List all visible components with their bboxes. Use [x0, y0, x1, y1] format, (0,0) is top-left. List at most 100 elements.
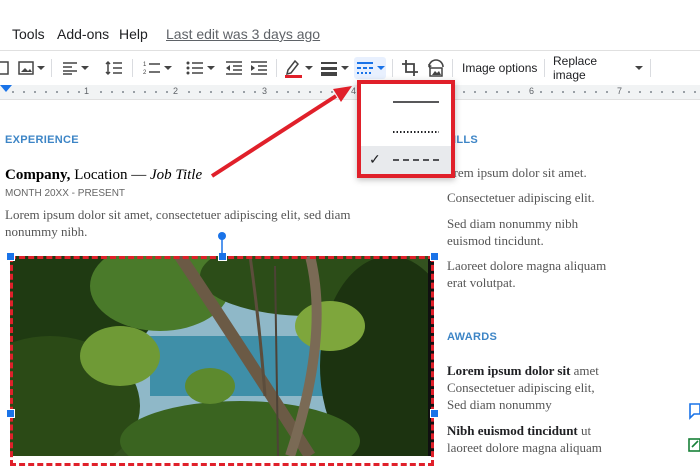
ruler-tick	[78, 91, 80, 93]
ruler-tick	[672, 91, 674, 93]
award-item: Nibh euismod tincidunt ut laoreet dolore…	[447, 422, 617, 456]
rotate-handle[interactable]	[215, 230, 230, 256]
award-title: Nibh euismod tincidunt	[447, 423, 578, 438]
dash-option-solid[interactable]	[361, 88, 451, 116]
resize-handle[interactable]	[430, 409, 439, 418]
ruler-tick	[650, 91, 652, 93]
border-dash-menu: ✓	[357, 80, 455, 178]
skill-item: orem ipsum dolor sit amet.	[447, 165, 587, 180]
ruler-tick	[199, 91, 201, 93]
reset-image-icon[interactable]	[425, 57, 447, 79]
skill-item: Sed diam nonummy nibh euismod tincidunt.	[447, 216, 579, 248]
ruler-tick	[331, 91, 333, 93]
ruler-tick	[507, 91, 509, 93]
ruler-tick	[298, 91, 300, 93]
ruler-tick	[210, 91, 212, 93]
svg-text:2: 2	[143, 70, 147, 76]
experience-description: Lorem ipsum dolor sit amet, consectetuer…	[5, 207, 351, 239]
comment-icon[interactable]	[686, 402, 700, 420]
ruler-tick	[287, 91, 289, 93]
ruler-tick	[122, 91, 124, 93]
company-line: Company, Location — Job Title	[5, 167, 202, 184]
ruler-number: 1	[84, 86, 90, 96]
ruler-tick	[485, 91, 487, 93]
ruler-tick	[67, 91, 69, 93]
suggest-edit-icon[interactable]	[686, 436, 700, 454]
ruler-tick	[342, 91, 344, 93]
ruler-tick	[254, 91, 256, 93]
ruler-tick	[683, 91, 685, 93]
increase-indent-icon[interactable]	[249, 57, 269, 79]
image-dropdown-icon[interactable]	[16, 57, 46, 79]
ruler-tick	[661, 91, 663, 93]
ruler-tick	[232, 91, 234, 93]
border-dash-icon[interactable]	[354, 57, 386, 79]
resize-handle[interactable]	[6, 252, 15, 261]
numbered-list-icon[interactable]: 12	[140, 57, 174, 79]
ruler-tick	[243, 91, 245, 93]
ruler-tick	[518, 91, 520, 93]
employment-dates: MONTH 20XX - PRESENT	[5, 188, 126, 199]
ruler-tick	[573, 91, 575, 93]
ruler-number: 7	[617, 86, 623, 96]
ruler-number: 6	[529, 86, 535, 96]
skill-item: Consectetuer adipiscing elit.	[447, 190, 595, 205]
resize-handle[interactable]	[6, 409, 15, 418]
replace-image-button[interactable]: Replace image	[553, 54, 643, 82]
border-weight-icon[interactable]	[318, 57, 350, 79]
ruler-tick	[309, 91, 311, 93]
ruler-tick	[595, 91, 597, 93]
replace-image-label: Replace image	[553, 54, 598, 82]
ruler-tick	[320, 91, 322, 93]
section-title-skills: ILLS	[453, 134, 479, 146]
ruler-tick	[463, 91, 465, 93]
last-edit-link[interactable]: Last edit was 3 days ago	[166, 26, 320, 42]
ruler-number: 3	[262, 86, 268, 96]
award-item: Lorem ipsum dolor sit amet Consectetuer …	[447, 362, 617, 413]
crop-icon[interactable]	[399, 57, 421, 79]
decrease-indent-icon[interactable]	[224, 57, 244, 79]
ruler-tick	[111, 91, 113, 93]
ruler-tick	[584, 91, 586, 93]
dash-option-dotted[interactable]	[361, 118, 451, 146]
checkmark-icon: ✓	[369, 151, 381, 167]
menu-tools[interactable]: Tools	[12, 26, 45, 42]
indent-marker[interactable]	[0, 85, 12, 92]
dash-option-dashed[interactable]: ✓	[361, 146, 451, 174]
ruler-tick	[155, 91, 157, 93]
border-color-pen-icon[interactable]	[283, 57, 313, 79]
ruler-tick	[562, 91, 564, 93]
ruler-tick	[188, 91, 190, 93]
menu-help[interactable]: Help	[119, 26, 148, 42]
job-title: Job Title	[150, 167, 203, 183]
insert-image-icon[interactable]	[0, 57, 10, 79]
ruler-tick	[23, 91, 25, 93]
ruler-tick	[276, 91, 278, 93]
line-spacing-icon[interactable]	[103, 57, 125, 79]
section-title-awards: AWARDS	[447, 331, 498, 343]
ruler-number: 4	[351, 86, 357, 96]
company-location: Location —	[70, 167, 151, 183]
image-options-button[interactable]: Image options	[462, 61, 537, 75]
ruler-tick	[551, 91, 553, 93]
toolbar: 12 Image options Replace image	[0, 50, 700, 86]
resize-handle[interactable]	[430, 252, 439, 261]
ruler-tick	[34, 91, 36, 93]
ruler-tick	[12, 91, 14, 93]
align-left-icon[interactable]	[60, 57, 90, 79]
bulleted-list-icon[interactable]	[183, 57, 217, 79]
ruler-tick	[606, 91, 608, 93]
ruler-tick	[496, 91, 498, 93]
ruler[interactable]: 1 2 3 4 5 6 7	[0, 85, 700, 100]
ruler-tick	[628, 91, 630, 93]
ruler-tick	[474, 91, 476, 93]
ruler-tick	[144, 91, 146, 93]
svg-text:1: 1	[143, 62, 147, 68]
ruler-tick	[56, 91, 58, 93]
ruler-tick	[694, 91, 696, 93]
section-title-experience: EXPERIENCE	[5, 134, 79, 146]
award-title: Lorem ipsum dolor sit	[447, 363, 571, 378]
ruler-tick	[540, 91, 542, 93]
menu-addons[interactable]: Add-ons	[57, 26, 109, 42]
ruler-tick	[221, 91, 223, 93]
